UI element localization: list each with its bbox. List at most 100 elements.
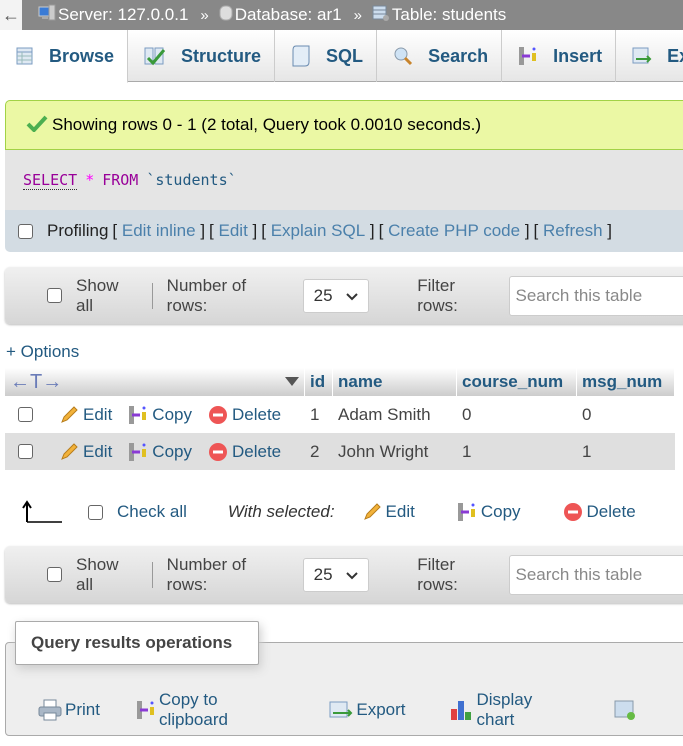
- cell-msg-num[interactable]: 0: [577, 396, 675, 433]
- row-edit-label: Edit: [83, 441, 113, 461]
- row-copy-button[interactable]: Copy: [128, 442, 192, 462]
- table-row: Edit Copy Delete 1 Adam Smith 0 0: [5, 396, 675, 433]
- tab-export[interactable]: Export: [616, 30, 683, 82]
- navigation-bar-top: Show all Number of rows: 25 Filter rows:…: [5, 267, 683, 324]
- edit-inline-link[interactable]: Edit inline: [122, 221, 196, 240]
- show-all-checkbox[interactable]: [47, 288, 62, 303]
- with-selected-bar: Check all With selected: Edit Copy Delet…: [0, 495, 683, 529]
- row-edit-button[interactable]: Edit: [59, 442, 112, 462]
- breadcrumb-separator: »: [353, 6, 362, 24]
- cell-name[interactable]: John Wright: [333, 433, 457, 470]
- filter-rows-input[interactable]: Search this table: [508, 554, 683, 595]
- table-header: ←T→ id name course_num msg_num: [5, 368, 675, 396]
- options-link[interactable]: + Options: [6, 342, 79, 362]
- profiling-checkbox[interactable]: [18, 223, 33, 239]
- success-message: Showing rows 0 - 1 (2 total, Query took …: [5, 100, 683, 150]
- row-delete-button[interactable]: Delete: [208, 442, 281, 462]
- filter-rows-placeholder: Search this table: [515, 564, 643, 584]
- tab-browse[interactable]: Browse: [0, 30, 129, 83]
- bulk-delete-button[interactable]: Delete: [563, 502, 636, 522]
- display-chart-button[interactable]: Display chart: [450, 690, 571, 730]
- show-all-checkbox[interactable]: [47, 567, 62, 582]
- cell-id[interactable]: 2: [305, 433, 333, 470]
- server-icon: [38, 4, 56, 27]
- insert-icon: [518, 46, 538, 66]
- sql-keyword-select[interactable]: SELECT: [23, 171, 78, 190]
- search-icon: [393, 46, 413, 66]
- tab-search[interactable]: Search: [377, 30, 503, 82]
- row-edit-button[interactable]: Edit: [59, 405, 112, 425]
- bulk-edit-label: Edit: [385, 502, 415, 521]
- chevron-down-icon: [346, 286, 358, 306]
- arrow-up-left-icon: [22, 500, 62, 524]
- cell-course-num[interactable]: 1: [457, 433, 577, 470]
- check-all-link[interactable]: Check all: [117, 502, 187, 522]
- table-icon: [16, 47, 34, 65]
- column-header-course-num[interactable]: course_num: [457, 368, 577, 396]
- tab-sql[interactable]: SQL: [275, 30, 378, 82]
- tab-insert-label: Insert: [553, 45, 603, 66]
- row-copy-button[interactable]: Copy: [128, 405, 192, 425]
- explain-sql-link[interactable]: Explain SQL: [271, 221, 366, 240]
- print-button[interactable]: Print: [38, 699, 100, 721]
- rows-select[interactable]: 25: [302, 557, 370, 592]
- results-table: ←T→ id name course_num msg_num Edit Copy…: [5, 368, 675, 470]
- tab-browse-label: Browse: [49, 45, 115, 66]
- breadcrumb-server[interactable]: Server: 127.0.0.1: [38, 4, 188, 27]
- cell-id[interactable]: 1: [305, 396, 333, 433]
- cell-name[interactable]: Adam Smith: [333, 396, 457, 433]
- sql-star: *: [85, 171, 95, 189]
- check-all-checkbox[interactable]: [88, 504, 103, 520]
- view-icon: [614, 699, 636, 721]
- copy-to-clipboard-button[interactable]: Copy to clipboard: [136, 690, 285, 730]
- bar-chart-icon: [450, 699, 474, 721]
- show-all-label: Show all: [76, 275, 119, 315]
- refresh-link[interactable]: Refresh: [543, 221, 603, 240]
- printer-icon: [38, 699, 62, 721]
- cell-course-num[interactable]: 0: [457, 396, 577, 433]
- copy-icon: [128, 442, 148, 462]
- operations-list: Print Copy to clipboard Export Display c…: [38, 690, 683, 730]
- export-button[interactable]: Export: [329, 700, 406, 720]
- filter-rows-label: Filter rows:: [417, 554, 458, 594]
- row-delete-button[interactable]: Delete: [208, 405, 281, 425]
- rows-label: Number of rows:: [166, 554, 247, 594]
- create-php-code-link[interactable]: Create PHP code: [388, 221, 520, 240]
- tab-structure[interactable]: Structure: [128, 30, 276, 82]
- row-actions: Edit Copy Delete: [5, 433, 305, 470]
- filter-rows-placeholder: Search this table: [515, 285, 643, 305]
- back-button[interactable]: ←: [0, 0, 22, 30]
- caret-down-icon[interactable]: [285, 372, 299, 392]
- column-header-id[interactable]: id: [305, 368, 333, 396]
- breadcrumb-server-label: Server: 127.0.0.1: [58, 5, 189, 24]
- row-checkbox[interactable]: [18, 444, 33, 459]
- print-label: Print: [65, 700, 100, 719]
- rows-select[interactable]: 25: [302, 278, 370, 313]
- row-checkbox[interactable]: [18, 407, 33, 422]
- breadcrumb-database-label: Database: ar1: [234, 5, 342, 24]
- column-header-name[interactable]: name: [333, 368, 457, 396]
- breadcrumb-database[interactable]: Database: ar1: [219, 4, 342, 27]
- bulk-edit-button[interactable]: Edit: [362, 502, 415, 522]
- query-results-operations-title: Query results operations: [15, 621, 259, 665]
- column-header-msg-num[interactable]: msg_num: [577, 368, 675, 396]
- copy-icon: [457, 502, 477, 522]
- profiling-bar: Profiling [ Edit inline ] [ Edit ] [ Exp…: [5, 210, 683, 252]
- pencil-icon: [59, 442, 79, 462]
- structure-icon: [144, 46, 166, 66]
- export-label: Export: [356, 700, 406, 719]
- display-chart-label: Display chart: [476, 690, 533, 729]
- row-actions: Edit Copy Delete: [5, 396, 305, 433]
- copy-to-clipboard-label: Copy to clipboard: [158, 690, 228, 729]
- breadcrumb-table-label: Table: students: [391, 5, 507, 24]
- column-arrows-icon[interactable]: ←T→: [10, 371, 62, 394]
- tab-insert[interactable]: Insert: [502, 30, 617, 82]
- cell-msg-num[interactable]: 1: [577, 433, 675, 470]
- bulk-copy-button[interactable]: Copy: [457, 502, 521, 522]
- filter-rows-input[interactable]: Search this table: [508, 275, 683, 316]
- row-copy-label: Copy: [152, 404, 192, 424]
- edit-link[interactable]: Edit: [219, 221, 248, 240]
- create-view-button[interactable]: [614, 699, 639, 721]
- delete-icon: [208, 442, 228, 462]
- breadcrumb-table[interactable]: Table: students: [372, 4, 506, 27]
